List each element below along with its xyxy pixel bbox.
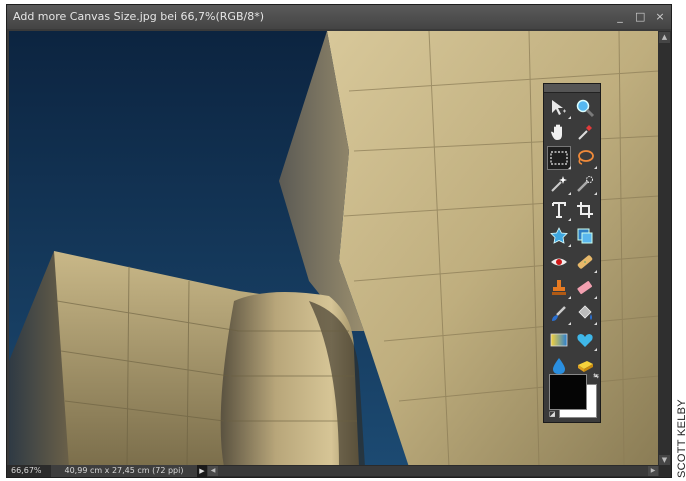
gradient-tool-icon[interactable] <box>548 329 570 351</box>
magic-wand-tool-icon[interactable] <box>548 173 571 195</box>
lasso-tool-icon[interactable] <box>574 147 597 169</box>
crop-tool-icon[interactable] <box>574 199 596 221</box>
brush-tool-icon[interactable] <box>548 303 571 325</box>
paint-bucket-tool-icon[interactable] <box>574 303 597 325</box>
document-info: 40,99 cm x 27,45 cm (72 ppi) <box>51 465 197 477</box>
minimize-button[interactable]: _ <box>615 5 625 29</box>
zoom-tool-icon[interactable] <box>574 97 596 119</box>
tools-grid <box>544 93 600 377</box>
title-bar[interactable]: Add more Canvas Size.jpg bei 66,7%(RGB/8… <box>7 5 671 29</box>
hand-tool-icon[interactable] <box>548 121 570 143</box>
red-eye-tool-icon[interactable] <box>548 251 570 273</box>
healing-brush-tool-icon[interactable] <box>574 251 597 273</box>
clone-stamp-tool-icon[interactable] <box>548 277 571 299</box>
eraser-tool-icon[interactable] <box>574 277 597 299</box>
swap-colors-icon[interactable]: ⇆ <box>593 372 599 380</box>
quick-selection-tool-icon[interactable] <box>574 173 597 195</box>
status-bar: 66,67% 40,99 cm x 27,45 cm (72 ppi) ▶ ◀ … <box>7 465 671 477</box>
photo-credit: SCOTT KELBY <box>676 399 686 478</box>
color-swatches: ⇆ ◪ <box>549 372 599 418</box>
scroll-up-icon[interactable]: ▲ <box>659 32 670 43</box>
type-tool-icon[interactable] <box>548 199 571 221</box>
rectangular-marquee-tool-icon[interactable] <box>547 146 571 170</box>
eyedropper-tool-icon[interactable] <box>574 121 596 143</box>
scroll-left-icon[interactable]: ◀ <box>208 466 218 476</box>
custom-shape-tool-icon[interactable] <box>574 329 597 351</box>
toolbox-grip[interactable] <box>544 84 600 93</box>
foreground-color-swatch[interactable] <box>549 374 587 410</box>
cookie-cutter-tool-icon[interactable] <box>548 225 571 247</box>
status-menu-arrow-icon[interactable]: ▶ <box>197 465 207 477</box>
tools-panel: ⇆ ◪ <box>543 83 601 423</box>
scroll-right-icon[interactable]: ▶ <box>648 466 658 476</box>
horizontal-scrollbar[interactable]: ◀ ▶ <box>207 466 659 476</box>
close-button[interactable]: × <box>655 5 665 29</box>
move-tool-icon[interactable] <box>548 97 571 119</box>
vertical-scrollbar[interactable]: ▲ ▼ <box>658 31 671 467</box>
window-controls: _ □ × <box>615 5 665 29</box>
maximize-button[interactable]: □ <box>635 5 645 29</box>
window-title: Add more Canvas Size.jpg bei 66,7%(RGB/8… <box>13 10 264 23</box>
recompose-tool-icon[interactable] <box>574 225 596 247</box>
default-colors-icon[interactable]: ◪ <box>549 410 556 418</box>
zoom-level[interactable]: 66,67% <box>11 465 51 477</box>
